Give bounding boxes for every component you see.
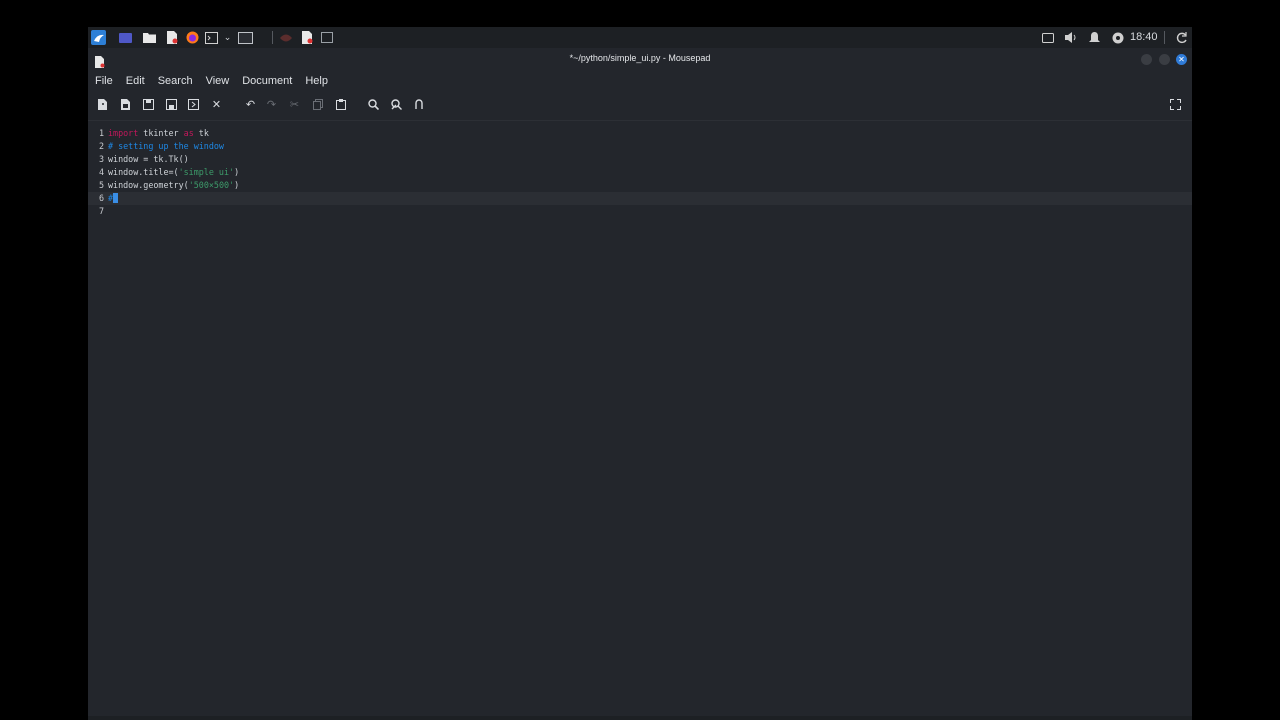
code-token: # setting up the window [108, 141, 224, 151]
maximize-button[interactable] [1159, 54, 1170, 65]
code-token: tk [193, 128, 209, 138]
new-document-icon[interactable] [94, 96, 111, 113]
logout-icon[interactable] [1174, 30, 1189, 45]
open-file-icon[interactable] [140, 96, 157, 113]
taskbar-app-icon[interactable] [278, 30, 293, 45]
menu-help[interactable]: Help [305, 75, 328, 87]
display-icon[interactable] [1040, 30, 1055, 45]
notification-bell-icon[interactable] [1087, 30, 1102, 45]
window-bottom-edge [88, 716, 1192, 720]
top-panel: ⌄ 18:40 [88, 27, 1192, 48]
chevron-down-icon[interactable]: ⌄ [220, 30, 235, 45]
code-token: as [183, 128, 194, 138]
menu-file[interactable]: File [95, 75, 113, 87]
code-line[interactable]: 7 [88, 205, 1192, 218]
save-icon[interactable] [163, 96, 180, 113]
window-thumbnail-icon[interactable] [238, 30, 253, 45]
menu-search[interactable]: Search [158, 75, 193, 87]
app-menu-icon[interactable] [91, 30, 106, 45]
window-titlebar[interactable]: *~/python/simple_ui.py - Mousepad ✕ [88, 48, 1192, 70]
code-line[interactable]: 6 # [88, 192, 1192, 205]
line-number: 6 [98, 193, 104, 203]
go-to-line-icon[interactable] [410, 96, 427, 113]
cut-icon[interactable]: ✂ [286, 96, 303, 113]
text-editor-area[interactable]: 1 import tkinter as tk 2 # setting up the w… [88, 120, 1192, 717]
panel-separator [1164, 31, 1165, 44]
find-replace-icon[interactable] [388, 96, 405, 113]
code-text[interactable]: window.geometry('500×500') [108, 179, 239, 192]
text-cursor [113, 192, 119, 203]
code-line[interactable]: 2 # setting up the window [88, 140, 1192, 153]
line-number: 5 [98, 180, 104, 190]
window-title: *~/python/simple_ui.py - Mousepad [569, 53, 711, 63]
code-text[interactable]: import tkinter as tk [108, 127, 209, 140]
paste-icon[interactable] [332, 96, 349, 113]
code-text[interactable]: window.title=('simple ui') [108, 166, 239, 179]
firefox-icon[interactable] [185, 30, 200, 45]
save-as-icon[interactable] [185, 96, 202, 113]
line-number: 4 [98, 167, 104, 177]
code-token: window.title=( [108, 167, 179, 177]
code-token: import [108, 128, 139, 138]
code-token: window.geometry( [108, 180, 189, 190]
menu-edit[interactable]: Edit [126, 75, 145, 87]
code-line[interactable]: 1 import tkinter as tk [88, 127, 1192, 140]
panel-separator [272, 31, 273, 44]
workspace-icon[interactable] [118, 30, 133, 45]
code-line[interactable]: 5 window.geometry('500×500') [88, 179, 1192, 192]
undo-icon[interactable]: ↶ [242, 96, 259, 113]
code-token: tkinter [138, 128, 184, 138]
volume-icon[interactable] [1063, 30, 1078, 45]
menu-view[interactable]: View [206, 75, 230, 87]
taskbar-editor-icon[interactable] [299, 30, 314, 45]
menu-document[interactable]: Document [242, 75, 292, 87]
terminal-icon[interactable] [204, 30, 219, 45]
code-token: 'simple ui' [178, 167, 235, 177]
code-text[interactable]: # [108, 192, 119, 205]
taskbar-terminal-icon[interactable] [319, 30, 334, 45]
text-editor-icon[interactable] [164, 30, 179, 45]
redo-icon[interactable]: ↷ [263, 96, 280, 113]
new-window-icon[interactable] [117, 96, 134, 113]
minimize-button[interactable] [1141, 54, 1152, 65]
code-line[interactable]: 4 window.title=('simple ui') [88, 166, 1192, 179]
line-number: 1 [98, 128, 104, 138]
clock[interactable]: 18:40 [1130, 30, 1158, 45]
line-number: 3 [98, 154, 104, 164]
line-number: 7 [98, 206, 104, 216]
power-status-icon[interactable] [1110, 30, 1125, 45]
toolbar: ✕ ↶ ↷ ✂ [88, 93, 1192, 116]
code-text[interactable]: window = tk.Tk() [108, 153, 189, 166]
copy-icon[interactable] [309, 96, 326, 113]
line-number: 2 [98, 141, 104, 151]
fullscreen-icon[interactable] [1167, 96, 1184, 113]
code-line[interactable]: 3 window = tk.Tk() [88, 153, 1192, 166]
code-token: ) [234, 167, 240, 177]
file-manager-icon[interactable] [142, 30, 157, 45]
close-button[interactable]: ✕ [1176, 54, 1187, 65]
code-token: window = tk.Tk() [108, 154, 189, 164]
menubar: File Edit Search View Document Help [88, 70, 1192, 92]
close-document-icon[interactable]: ✕ [208, 96, 225, 113]
desktop-screen: ⌄ 18:40 *~/python/simple_ui.py - Mousepa… [88, 27, 1192, 720]
search-icon[interactable] [365, 96, 382, 113]
code-token: ) [234, 180, 240, 190]
code-token: '500×500' [188, 180, 235, 190]
code-text[interactable]: # setting up the window [108, 140, 224, 153]
